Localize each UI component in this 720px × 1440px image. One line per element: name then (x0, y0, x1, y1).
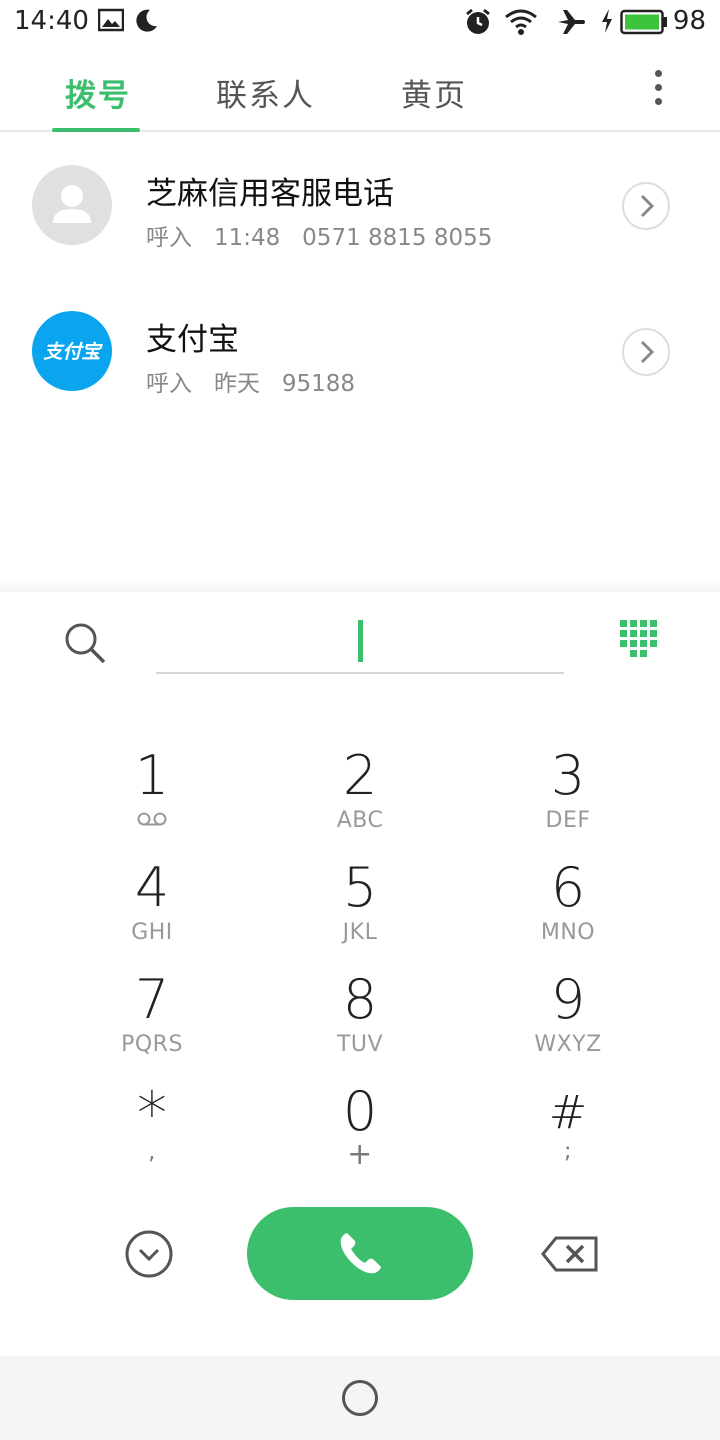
home-button[interactable] (342, 1380, 378, 1416)
key-7[interactable]: 7 PQRS (52, 970, 252, 1070)
key-star[interactable]: * , (52, 1082, 252, 1182)
image-icon (97, 8, 125, 36)
chevron-down-icon (125, 1230, 173, 1278)
dial-number-input[interactable] (156, 612, 564, 674)
alarm-icon (464, 8, 492, 40)
active-tab-indicator (52, 128, 140, 132)
call-number: 0571 8815 8055 (302, 225, 493, 251)
call-detail-button[interactable] (622, 182, 670, 230)
call-contact-name: 芝麻信用客服电话 (146, 176, 394, 212)
moon-icon (134, 8, 158, 38)
person-icon (53, 185, 91, 223)
phone-icon (340, 1233, 381, 1274)
call-details: 呼入 昨天 95188 (146, 364, 355, 398)
charging-icon (600, 8, 614, 38)
dialpad-grid-icon[interactable] (616, 618, 658, 660)
voicemail-icon (52, 806, 252, 836)
call-time: 11:48 (213, 225, 281, 251)
key-1[interactable]: 1 (52, 746, 252, 846)
navigation-bar (0, 1356, 720, 1440)
key-hash[interactable]: # ; (468, 1082, 668, 1182)
key-5[interactable]: 5 JKL (260, 858, 460, 958)
tab-yellow-pages[interactable]: 黄页 (401, 70, 467, 115)
tab-bar: 拨号 联系人 黄页 (0, 44, 720, 132)
more-options-icon[interactable] (646, 70, 670, 110)
call-type: 呼入 (146, 371, 192, 397)
key-0[interactable]: 0 + (260, 1082, 460, 1182)
avatar-alipay: 支付宝 (32, 311, 112, 391)
key-6[interactable]: 6 MNO (468, 858, 668, 958)
call-button[interactable] (247, 1207, 473, 1300)
key-9[interactable]: 9 WXYZ (468, 970, 668, 1070)
battery-icon (620, 9, 668, 39)
wifi-icon (504, 8, 538, 40)
key-3[interactable]: 3 DEF (468, 746, 668, 846)
alipay-logo-text: 支付宝 (43, 341, 101, 363)
tab-dial[interactable]: 拨号 (65, 70, 131, 115)
backspace-icon[interactable] (540, 1235, 600, 1273)
airplane-icon (556, 8, 586, 40)
call-type: 呼入 (146, 225, 192, 251)
collapse-dialpad-button[interactable] (125, 1230, 173, 1278)
call-log-item[interactable]: 芝麻信用客服电话 呼入 11:48 0571 8815 8055 (0, 140, 720, 270)
dialpad-divider (0, 578, 720, 592)
battery-level: 98 (672, 6, 706, 36)
key-4[interactable]: 4 GHI (52, 858, 252, 958)
key-2[interactable]: 2 ABC (260, 746, 460, 846)
chevron-right-icon (640, 340, 655, 364)
status-bar: 14:40 98 (0, 0, 720, 44)
search-icon[interactable] (62, 620, 108, 666)
tab-contacts[interactable]: 联系人 (216, 70, 315, 115)
call-detail-button[interactable] (622, 328, 670, 376)
call-contact-name: 支付宝 (146, 322, 239, 358)
call-time: 昨天 (213, 371, 260, 397)
text-cursor (358, 620, 363, 662)
call-number: 95188 (281, 371, 356, 397)
call-details: 呼入 11:48 0571 8815 8055 (146, 218, 492, 252)
status-time: 14:40 (14, 6, 89, 36)
call-log-item[interactable]: 支付宝 支付宝 呼入 昨天 95188 (0, 286, 720, 416)
avatar-default (32, 165, 112, 245)
key-8[interactable]: 8 TUV (260, 970, 460, 1070)
chevron-right-icon (640, 194, 655, 218)
